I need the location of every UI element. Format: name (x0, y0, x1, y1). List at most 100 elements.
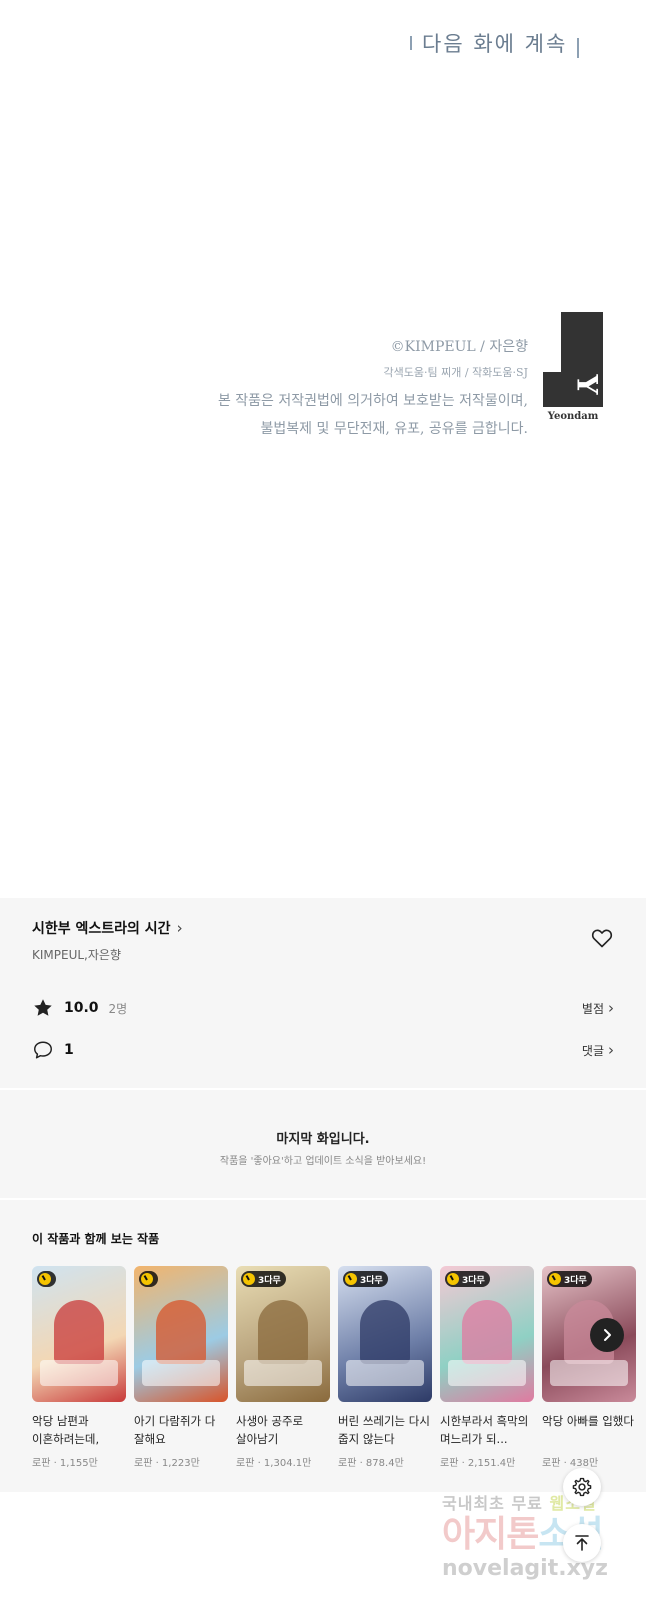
cover-logo (448, 1360, 526, 1386)
recommendation-meta: 로판 · 1,155만 (32, 1458, 98, 1469)
recommendations-heading: 이 작품과 함께 보는 작품 (32, 1232, 160, 1246)
star-icon (34, 999, 52, 1016)
recommendation-title: 버린 쓰레기는 다시 줍지 않는다 (338, 1414, 430, 1446)
cover-figure (360, 1300, 410, 1364)
recommendation-title: 시한부라서 흑막의 며느리가 되... (440, 1414, 529, 1446)
watermark-line: 아지톤소설 (442, 1514, 642, 1556)
wait-free-badge (139, 1271, 158, 1287)
publisher-logo-mark: Y (543, 312, 603, 407)
recommendation-card[interactable]: 3다무시한부라서 흑막의 며느리가 되... 로판 · 2,151.4만 (440, 1266, 534, 1469)
cover-figure (462, 1300, 512, 1364)
comment-link[interactable]: 댓글 › (582, 1041, 614, 1059)
continue-text: 다음 화에 계속 (422, 32, 568, 56)
recommendation-title: 아기 다람쥐가 다 잘해요 (134, 1414, 216, 1446)
recommendations-carousel: 악당 남편과 이혼하려는데, 아이... 로판 · 1,155만 아기 다람쥐가 다… (32, 1266, 636, 1469)
carousel-next-button[interactable] (590, 1318, 624, 1352)
recommendation-card[interactable]: 아기 다람쥐가 다 잘해요로판 · 1,223만 (134, 1266, 228, 1469)
recommendation-card[interactable]: 3다무버린 쓰레기는 다시 줍지 않는다로판 · 878.4만 (338, 1266, 432, 1469)
badge-label: 3다무 (564, 1275, 587, 1286)
rating-row: 10.0 2명 별점 › (32, 996, 614, 1020)
wait-free-badge: 3다무 (547, 1271, 592, 1287)
chevron-right-icon: › (176, 919, 183, 937)
wait-free-badge: 3다무 (445, 1271, 490, 1287)
publisher-name: Yeondam (547, 411, 599, 422)
recommendation-meta: 로판 · 1,304.1만 (236, 1458, 312, 1469)
comment-link-label: 댓글 (581, 1043, 604, 1058)
chevron-right-icon: › (608, 999, 614, 1017)
wait-free-badge: 3다무 (343, 1271, 388, 1287)
notice-subtitle: 작품을 '좋아요'하고 업데이트 소식을 받아보세요! (219, 1156, 427, 1167)
clock-icon (447, 1273, 459, 1285)
comment-row: 1 댓글 › (32, 1038, 614, 1062)
series-info-card: 시한부 엑스트라의 시간 › KIMPEUL,자은향 10.0 2명 별점 › … (0, 898, 646, 1088)
cover-logo (40, 1360, 118, 1386)
rating-count: 2명 (108, 1001, 128, 1016)
badge-label: 3다무 (258, 1275, 281, 1286)
recommendation-cover: 3다무 (338, 1266, 432, 1402)
watermark-line: 국내최초 무료 웹소설 (442, 1490, 642, 1514)
clock-icon (141, 1273, 153, 1285)
clock-icon (243, 1273, 255, 1285)
banner-bar-right (577, 38, 580, 58)
watermark: 국내최초 무료 웹소설 아지톤소설 novelagit.xyz (442, 1490, 642, 1581)
copyright-notice: ©KIMPEUL / 자은향 각색도움·팀 찌개 / 작화도움·SJ 본 작품은… (218, 336, 528, 438)
recommendation-cover: 3다무 (440, 1266, 534, 1402)
comment-count: 1 (64, 1042, 74, 1058)
cover-figure (156, 1300, 206, 1364)
comment-icon (34, 1041, 52, 1059)
watermark-text: 아지톤 (442, 1514, 539, 1555)
recommendation-meta: 로판 · 438만 (542, 1458, 599, 1469)
credits-line: 각색도움·팀 찌개 / 작화도움·SJ (383, 366, 528, 379)
chevron-right-icon: › (608, 1041, 614, 1059)
badge-label: 3다무 (360, 1275, 383, 1286)
clock-icon (39, 1273, 51, 1285)
chevron-right-icon (604, 1329, 611, 1341)
recommendation-title: 사생아 공주로 살아남기 (236, 1414, 304, 1446)
recommendation-cover (134, 1266, 228, 1402)
cover-logo (142, 1360, 220, 1386)
like-button[interactable] (590, 926, 614, 950)
gear-icon (572, 1477, 592, 1497)
legal-line: 본 작품은 저작권법에 의거하여 보호받는 저작물이며, (217, 393, 528, 409)
copyright-line: ©KIMPEUL / 자은향 (390, 339, 528, 355)
continue-banner: 다음 화에 계속 (410, 28, 580, 58)
recommendation-card[interactable]: 악당 남편과 이혼하려는데, 아이... 로판 · 1,155만 (32, 1266, 126, 1469)
recommendation-cover (32, 1266, 126, 1402)
recommendation-meta: 로판 · 1,223만 (134, 1458, 200, 1469)
recommendation-title: 악당 아빠를 입했다 (542, 1414, 634, 1428)
watermark-text: 국내최초 무료 (442, 1494, 543, 1513)
clock-icon (549, 1273, 561, 1285)
last-episode-notice: 마지막 화입니다. 작품을 '좋아요'하고 업데이트 소식을 받아보세요! (0, 1090, 646, 1198)
cover-logo (550, 1360, 628, 1386)
rating-link-label: 별점 (581, 1001, 604, 1016)
scroll-top-button[interactable] (563, 1524, 601, 1562)
publisher-logo: Y Yeondam (543, 312, 603, 424)
recommendations-section: 이 작품과 함께 보는 작품 악당 남편과 이혼하려는데, 아이... 로판 · … (0, 1200, 646, 1492)
recommendation-cover: 3다무 (236, 1266, 330, 1402)
cover-figure (258, 1300, 308, 1364)
series-title-link[interactable]: 시한부 엑스트라의 시간 › (32, 918, 183, 938)
wait-free-badge (37, 1271, 56, 1287)
badge-label: 3다무 (462, 1275, 485, 1286)
recommendation-title: 악당 남편과 이혼하려는데, 아이... (32, 1414, 100, 1446)
comic-end-panel: 다음 화에 계속 ©KIMPEUL / 자은향 각색도움·팀 찌개 / 작화도움… (0, 0, 646, 898)
rating-score: 10.0 (64, 1000, 99, 1016)
rating-link[interactable]: 별점 › (582, 999, 614, 1017)
clock-icon (345, 1273, 357, 1285)
legal-line: 불법복제 및 무단전재, 유포, 공유를 금합니다. (260, 421, 528, 437)
heart-icon (591, 929, 613, 948)
cover-logo (244, 1360, 322, 1386)
recommendation-card[interactable]: 3다무악당 아빠를 입했다로판 · 438만 (542, 1266, 636, 1469)
series-title: 시한부 엑스트라의 시간 (32, 921, 171, 937)
arrow-up-icon (575, 1535, 589, 1551)
series-author: KIMPEUL,자은향 (32, 948, 121, 962)
recommendation-meta: 로판 · 2,151.4만 (440, 1458, 516, 1469)
notice-title: 마지막 화입니다. (276, 1132, 370, 1147)
settings-button[interactable] (563, 1468, 601, 1506)
cover-logo (346, 1360, 424, 1386)
recommendation-meta: 로판 · 878.4만 (338, 1458, 404, 1469)
cover-figure (54, 1300, 104, 1364)
watermark-url: novelagit.xyz (442, 1556, 608, 1581)
recommendation-card[interactable]: 3다무사생아 공주로 살아남기로판 · 1,304.1만 (236, 1266, 330, 1469)
banner-bar-left (410, 36, 412, 50)
